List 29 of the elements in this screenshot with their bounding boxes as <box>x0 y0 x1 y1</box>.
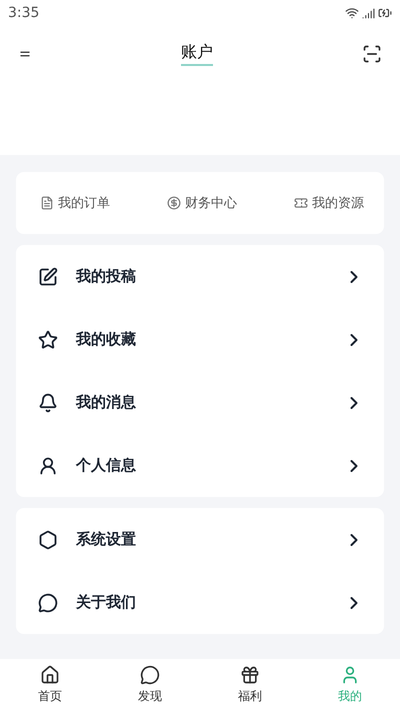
document-icon <box>40 196 54 210</box>
settings-icon <box>38 530 58 550</box>
gift-icon <box>240 665 260 685</box>
scan-icon[interactable] <box>362 44 382 64</box>
menu-item-label[interactable]: 我的收藏 <box>76 330 326 349</box>
menu-item-label[interactable]: 我的投稿 <box>76 267 326 286</box>
bell-icon <box>38 392 58 412</box>
nav-tab[interactable]: 发现 <box>100 659 200 711</box>
ticket-icon <box>294 196 308 210</box>
nav-tab[interactable]: 首页 <box>0 659 100 711</box>
status-time: 3:35 <box>8 5 40 21</box>
edit-icon <box>38 266 58 286</box>
chat-icon <box>140 665 160 685</box>
user-icon <box>38 456 58 476</box>
quick-link[interactable]: 我的资源 <box>294 194 364 212</box>
home-icon <box>40 665 60 685</box>
menu-item-label[interactable]: 系统设置 <box>76 530 326 549</box>
star-icon <box>38 330 58 350</box>
page-title: 账户 <box>181 42 213 66</box>
battery-icon <box>378 6 392 20</box>
nav-tab[interactable]: 福利 <box>200 659 300 711</box>
quick-link[interactable]: 我的订单 <box>40 194 110 212</box>
menu-item-label[interactable]: 我的消息 <box>76 393 326 412</box>
menu-item-label[interactable]: 关于我们 <box>76 593 326 612</box>
menu-item-label[interactable]: 个人信息 <box>76 456 326 475</box>
wifi-icon <box>345 6 359 20</box>
signal-icon <box>362 6 375 20</box>
coin-icon <box>167 196 181 210</box>
quick-link[interactable]: 财务中心 <box>167 194 237 212</box>
